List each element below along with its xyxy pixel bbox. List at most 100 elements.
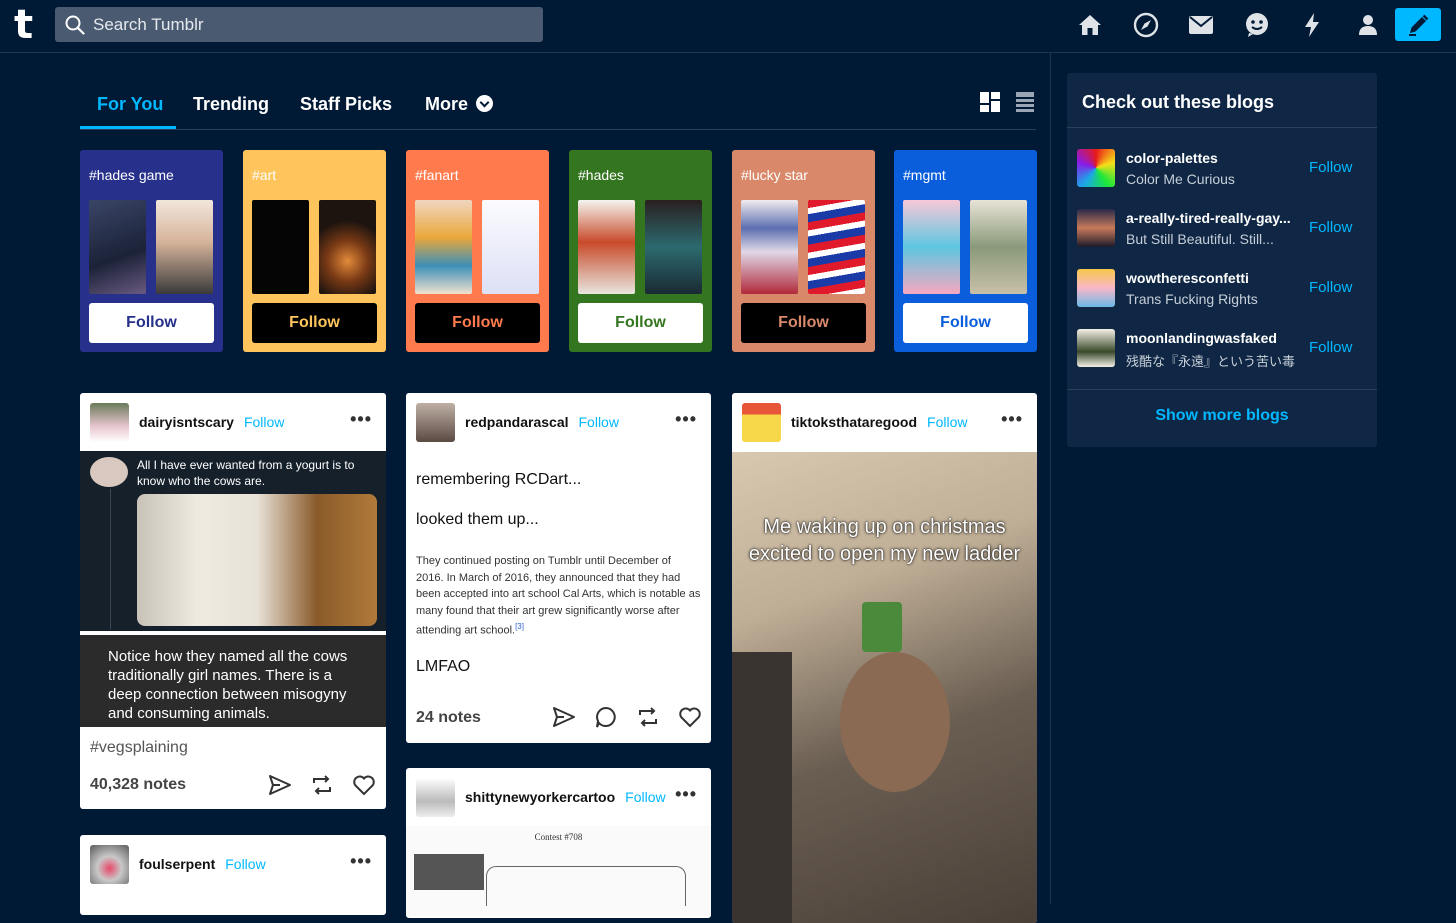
sidebar-follow-button[interactable]: Follow (1309, 159, 1352, 176)
sidebar-blog-name[interactable]: a-really-tired-really-gay... (1126, 210, 1291, 226)
tag-card-thumbs (415, 200, 540, 294)
post-foulserpent: foulserpent Follow ••• (80, 835, 386, 915)
post-follow-button[interactable]: Follow (927, 414, 967, 430)
post-follow-button[interactable]: Follow (579, 414, 619, 430)
tag-card-mgmt[interactable]: #mgmt Follow (894, 150, 1037, 352)
like-icon[interactable] (352, 773, 376, 797)
list-view-icon[interactable] (1016, 92, 1034, 117)
avatar[interactable] (90, 402, 129, 442)
post-header: dairyisntscary Follow ••• (80, 393, 386, 451)
tag-follow-button[interactable]: Follow (741, 303, 866, 343)
post-follow-button[interactable]: Follow (225, 856, 265, 872)
show-more-blogs-link[interactable]: Show more blogs (1067, 407, 1377, 425)
messages-icon[interactable] (1239, 10, 1275, 40)
avatar[interactable] (1077, 149, 1115, 187)
reblog-icon[interactable] (636, 705, 660, 729)
post-image-tweet[interactable]: All I have ever wanted from a yogurt is … (80, 451, 386, 631)
sidebar-title: Check out these blogs (1082, 92, 1275, 112)
video-person (840, 652, 950, 792)
tag-card-art[interactable]: #art Follow (243, 150, 386, 352)
cartoon-drawing (414, 854, 484, 890)
more-options-icon[interactable]: ••• (350, 409, 372, 430)
post-blog-name[interactable]: tiktoksthataregood (791, 414, 917, 430)
post-follow-button[interactable]: Follow (244, 414, 284, 430)
sidebar-follow-button[interactable]: Follow (1309, 219, 1352, 236)
more-options-icon[interactable]: ••• (1001, 409, 1023, 430)
post-actions (250, 773, 376, 797)
tab-staff-picks[interactable]: Staff Picks (300, 94, 392, 115)
wiki-excerpt: They continued posting on Tumblr until D… (416, 553, 701, 639)
activity-icon[interactable] (1294, 10, 1330, 40)
compose-button[interactable] (1395, 8, 1441, 41)
post-shittynewyorkercartoo: shittynewyorkercartoo Follow ••• Contest… (406, 768, 711, 918)
explore-icon[interactable] (1128, 10, 1164, 40)
post-text-line: remembering RCDart... (416, 471, 582, 488)
post-blog-name[interactable]: foulserpent (139, 856, 215, 872)
more-options-icon[interactable]: ••• (350, 851, 372, 872)
tag-card-lucky-star[interactable]: #lucky star Follow (732, 150, 875, 352)
avatar[interactable] (1077, 209, 1115, 247)
nav-icons (1072, 10, 1405, 40)
tag-follow-button[interactable]: Follow (903, 303, 1028, 343)
post-header: shittynewyorkercartoo Follow ••• (406, 768, 711, 826)
citation-link[interactable]: [3] (515, 622, 524, 631)
caption-image[interactable]: Notice how they named all the cows tradi… (80, 635, 386, 727)
more-options-icon[interactable]: ••• (675, 409, 697, 430)
avatar[interactable] (416, 402, 455, 442)
video-frame[interactable]: Me waking up on christmas excited to ope… (732, 452, 1037, 923)
tag-follow-button[interactable]: Follow (252, 303, 377, 343)
avatar[interactable] (416, 777, 455, 817)
sidebar-follow-button[interactable]: Follow (1309, 339, 1352, 356)
share-icon[interactable] (268, 773, 292, 797)
tab-trending[interactable]: Trending (193, 94, 269, 115)
post-blog-name[interactable]: dairyisntscary (139, 414, 234, 430)
tag-follow-button[interactable]: Follow (415, 303, 540, 343)
account-icon[interactable] (1350, 10, 1386, 40)
tab-more[interactable]: More (425, 94, 494, 115)
more-options-icon[interactable]: ••• (675, 784, 697, 805)
post-tag[interactable]: #vegsplaining (90, 739, 188, 757)
like-icon[interactable] (678, 705, 702, 729)
reply-icon[interactable] (594, 705, 618, 729)
tag-follow-button[interactable]: Follow (578, 303, 703, 343)
video-headpiece (862, 602, 902, 652)
post-blog-name[interactable]: shittynewyorkercartoo (465, 789, 615, 805)
sidebar-blog-row[interactable]: wowtheresconfetti Trans Fucking Rights F… (1077, 269, 1367, 309)
search-bar[interactable] (55, 7, 543, 42)
sidebar-blog-name[interactable]: moonlandingwasfaked (1126, 330, 1277, 346)
tag-card-name: #mgmt (903, 167, 946, 183)
tag-card-image (903, 200, 960, 294)
share-icon[interactable] (552, 705, 576, 729)
home-icon[interactable] (1072, 10, 1108, 40)
tag-card-hades-game[interactable]: #hades game Follow (80, 150, 223, 352)
sidebar-blog-name[interactable]: color-palettes (1126, 150, 1218, 166)
tag-card-thumbs (903, 200, 1028, 294)
tag-card-hades[interactable]: #hades Follow (569, 150, 712, 352)
avatar[interactable] (742, 402, 781, 442)
sidebar-blog-row[interactable]: color-palettes Color Me Curious Follow (1077, 149, 1367, 189)
sidebar-blog-row[interactable]: a-really-tired-really-gay... But Still B… (1077, 209, 1367, 249)
post-redpandarascal: redpandarascal Follow ••• remembering RC… (406, 393, 711, 743)
sidebar-follow-button[interactable]: Follow (1309, 279, 1352, 296)
sidebar-blog-name[interactable]: wowtheresconfetti (1126, 270, 1249, 286)
notes-count[interactable]: 24 notes (416, 709, 481, 727)
notes-count[interactable]: 40,328 notes (90, 776, 186, 794)
avatar[interactable] (90, 844, 129, 884)
masonry-view-icon[interactable] (980, 92, 1000, 117)
tag-cards-row: #hades game Follow #art Follow #fanart F… (80, 150, 1040, 352)
search-input[interactable] (93, 14, 513, 35)
post-blog-name[interactable]: redpandarascal (465, 414, 569, 430)
cartoon-image[interactable]: Contest #708 (406, 826, 711, 916)
sidebar-blog-row[interactable]: moonlandingwasfaked 残酷な『永遠』という苦い毒 Follow (1077, 329, 1367, 370)
tag-follow-button[interactable]: Follow (89, 303, 214, 343)
reblog-icon[interactable] (310, 773, 334, 797)
tab-for-you[interactable]: For You (97, 94, 163, 115)
tag-card-name: #art (252, 167, 277, 183)
post-follow-button[interactable]: Follow (625, 789, 665, 805)
avatar[interactable] (1077, 329, 1115, 367)
inbox-icon[interactable] (1183, 10, 1219, 40)
avatar[interactable] (1077, 269, 1115, 307)
search-icon (65, 15, 85, 35)
tag-card-fanart[interactable]: #fanart Follow (406, 150, 549, 352)
tumblr-logo[interactable]: t (14, 5, 44, 46)
